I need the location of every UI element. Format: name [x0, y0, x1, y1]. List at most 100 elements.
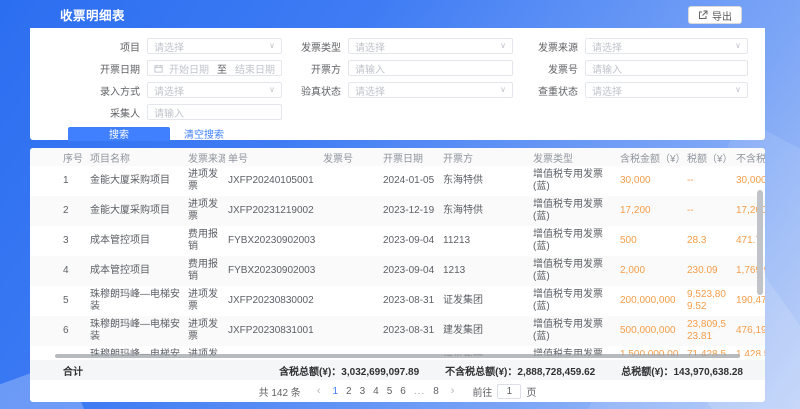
- cell-invoice_no: [320, 226, 380, 256]
- invoice-no-placeholder: 请输入: [592, 61, 622, 76]
- issuer-placeholder: 请输入: [355, 61, 385, 76]
- cell-project: 金能大厦采购项目: [87, 196, 185, 226]
- cell-type: 增值税专用发票(蓝): [530, 256, 617, 286]
- cell-amount_incl: 200,000,000: [617, 286, 684, 316]
- pagination: 共 142 条 ‹ 123456...8 › 前往 页: [30, 380, 765, 402]
- project-label: 项目: [60, 39, 147, 54]
- pagination-next-button[interactable]: ›: [448, 385, 458, 397]
- column-header-issuer: 开票方: [440, 148, 530, 166]
- cell-project: 珠穆朗玛峰—电梯安装: [87, 286, 185, 316]
- pagination-page-5[interactable]: 5: [383, 386, 397, 397]
- cell-issuer: 东海特供: [440, 166, 530, 196]
- entry-method-placeholder: 请选择: [154, 83, 184, 98]
- date-separator: 至: [217, 61, 227, 76]
- issuer-label: 开票方: [290, 61, 348, 76]
- goto-suffix: 页: [526, 384, 536, 399]
- pagination-prev-button[interactable]: ‹: [314, 385, 324, 397]
- dup-status-label: 查重状态: [523, 83, 585, 98]
- column-header-source: 发票来源: [185, 148, 225, 166]
- pagination-page-2[interactable]: 2: [342, 386, 356, 397]
- invoice-type-placeholder: 请选择: [355, 39, 385, 54]
- project-select[interactable]: 请选择 ∨: [147, 38, 282, 54]
- cell-invoice_no: [320, 196, 380, 226]
- table-row[interactable]: 6珠穆朗玛峰—电梯安装进项发票JXFP202308310012023-08-31…: [30, 316, 765, 346]
- table-row[interactable]: 2金能大厦采购项目进项发票JXFP202312190022023-12-19东海…: [30, 196, 765, 226]
- pagination-page-3[interactable]: 3: [356, 386, 370, 397]
- filter-panel: 项目 请选择 ∨ 发票类型 请选择 ∨ 发票来源 请选择 ∨ 开票日期: [30, 28, 765, 140]
- summary-tax-total: 总税额(¥)：143,970,638.28: [621, 363, 743, 378]
- cell-tax: --: [684, 196, 733, 226]
- pagination-page-8[interactable]: 8: [429, 386, 443, 397]
- cell-order_no: JXFP20240105001: [225, 166, 320, 196]
- cell-seq: 5: [30, 286, 87, 316]
- table-row[interactable]: 1金能大厦采购项目进项发票JXFP202401050012024-01-05东海…: [30, 166, 765, 196]
- vertical-scrollbar[interactable]: [757, 190, 763, 295]
- dup-status-select[interactable]: 请选择 ∨: [585, 82, 748, 98]
- chevron-down-icon: ∨: [269, 42, 275, 50]
- column-header-amount_excl: 不含税金额（¥）: [733, 148, 765, 166]
- invoice-source-select[interactable]: 请选择 ∨: [585, 38, 748, 54]
- chevron-down-icon: ∨: [269, 86, 275, 94]
- issuer-input[interactable]: 请输入: [348, 60, 513, 76]
- start-date-placeholder: 开始日期: [169, 61, 209, 76]
- cell-order_no: FYBX20230902003: [225, 226, 320, 256]
- cell-type: 增值税专用发票(蓝): [530, 196, 617, 226]
- column-header-invoice_no: 发票号: [320, 148, 380, 166]
- invoice-type-select[interactable]: 请选择 ∨: [348, 38, 513, 54]
- cell-seq: 4: [30, 256, 87, 286]
- entry-method-select[interactable]: 请选择 ∨: [147, 82, 282, 98]
- cell-issuer: 建发集团: [440, 316, 530, 346]
- goto-label: 前往: [472, 384, 492, 399]
- cell-source: 进项发票: [185, 316, 225, 346]
- invoice-date-range-picker[interactable]: 开始日期 至 结束日期: [147, 60, 282, 76]
- column-header-date: 开票日期: [380, 148, 440, 166]
- cell-seq: 2: [30, 196, 87, 226]
- cell-date: 2023-09-04: [380, 256, 440, 286]
- summary-excl-total: 不含税总额(¥)：2,888,728,459.62: [445, 363, 595, 378]
- cell-date: 2023-12-19: [380, 196, 440, 226]
- pagination-page-1[interactable]: 1: [328, 386, 342, 397]
- cell-issuer: 东海特供: [440, 196, 530, 226]
- cell-amount_incl: 2,000: [617, 256, 684, 286]
- cell-invoice_no: [320, 256, 380, 286]
- cell-date: 2023-08-31: [380, 286, 440, 316]
- cell-type: 增值税专用发票(蓝): [530, 286, 617, 316]
- cell-project: 成本管控项目: [87, 226, 185, 256]
- horizontal-scrollbar[interactable]: [55, 354, 740, 358]
- cell-seq: 3: [30, 226, 87, 256]
- table-header-row: 序号项目名称发票来源单号发票号开票日期开票方发票类型含税金额（¥）税额（¥）不含…: [30, 148, 765, 166]
- invoice-source-label: 发票来源: [523, 39, 585, 54]
- chevron-down-icon: ∨: [735, 86, 741, 94]
- cell-amount_excl: 476,190,476.19: [733, 316, 765, 346]
- verify-status-select[interactable]: 请选择 ∨: [348, 82, 513, 98]
- cell-amount_incl: 500: [617, 226, 684, 256]
- invoice-no-input[interactable]: 请输入: [585, 60, 748, 76]
- cell-source: 进项发票: [185, 196, 225, 226]
- cell-invoice_no: [320, 166, 380, 196]
- entry-method-label: 录入方式: [60, 83, 147, 98]
- table-body: 1金能大厦采购项目进项发票JXFP202401050012024-01-05东海…: [30, 166, 765, 356]
- search-button[interactable]: 搜索: [68, 127, 170, 141]
- table-row[interactable]: 3成本管控项目费用报销FYBX202309020032023-09-041121…: [30, 226, 765, 256]
- goto-page-input[interactable]: [497, 384, 521, 399]
- collector-input[interactable]: 请输入: [147, 104, 282, 120]
- cell-date: 2023-09-04: [380, 226, 440, 256]
- cell-seq: 1: [30, 166, 87, 196]
- cell-tax: 23,809,523.81: [684, 316, 733, 346]
- chevron-down-icon: ∨: [500, 42, 506, 50]
- cell-tax: 9,523,809.52: [684, 286, 733, 316]
- export-button[interactable]: 导出: [688, 6, 742, 24]
- clear-search-button[interactable]: 清空搜索: [184, 126, 224, 141]
- column-header-amount_incl: 含税金额（¥）: [617, 148, 684, 166]
- chevron-down-icon: ∨: [735, 42, 741, 50]
- calendar-icon: [154, 64, 163, 73]
- page-title: 收票明细表: [60, 5, 125, 24]
- table-row[interactable]: 5珠穆朗玛峰—电梯安装进项发票JXFP202308300022023-08-31…: [30, 286, 765, 316]
- summary-label: 合计: [30, 363, 83, 378]
- pagination-page-4[interactable]: 4: [369, 386, 383, 397]
- cell-invoice_no: [320, 316, 380, 346]
- pagination-page-6[interactable]: 6: [396, 386, 410, 397]
- table-row[interactable]: 4成本管控项目费用报销FYBX202309020032023-09-041213…: [30, 256, 765, 286]
- collector-placeholder: 请输入: [154, 105, 184, 120]
- cell-type: 增值税专用发票(蓝): [530, 316, 617, 346]
